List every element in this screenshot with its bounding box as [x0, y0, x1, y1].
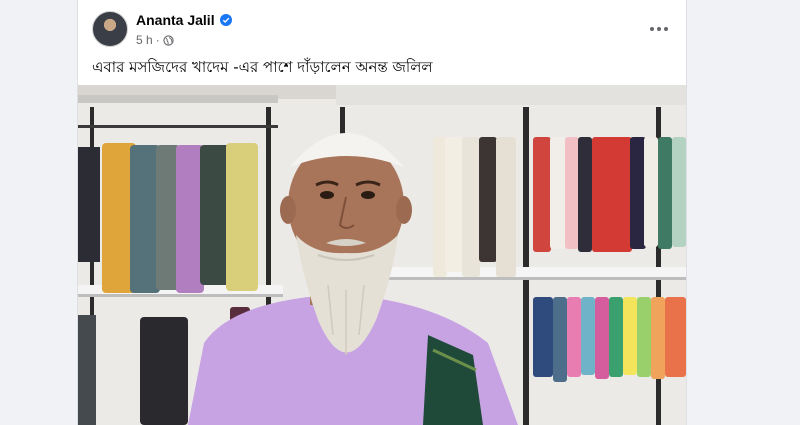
author-name[interactable]: Ananta Jalil: [136, 12, 215, 28]
more-dot: [664, 27, 668, 31]
meta-separator: ·: [155, 33, 160, 47]
verified-badge-icon: [219, 14, 232, 26]
facebook-post: Ananta Jalil 5 h · এবার মসজিদের খাদেম -এ…: [77, 0, 687, 425]
more-options-button[interactable]: [646, 16, 672, 42]
globe-icon[interactable]: [163, 34, 174, 46]
author-avatar[interactable]: [92, 11, 128, 47]
post-caption: এবার মসজিদের খাদেম -এর পাশে দাঁড়ালেন অন…: [92, 58, 433, 76]
post-timestamp[interactable]: 5 h: [136, 33, 153, 47]
more-dot: [657, 27, 661, 31]
post-meta: 5 h ·: [136, 33, 174, 47]
more-dot: [650, 27, 654, 31]
photo-illustration: [78, 85, 686, 425]
post-header: Ananta Jalil 5 h ·: [78, 0, 686, 52]
author-name-row: Ananta Jalil: [136, 12, 232, 28]
post-photo[interactable]: [78, 85, 686, 425]
